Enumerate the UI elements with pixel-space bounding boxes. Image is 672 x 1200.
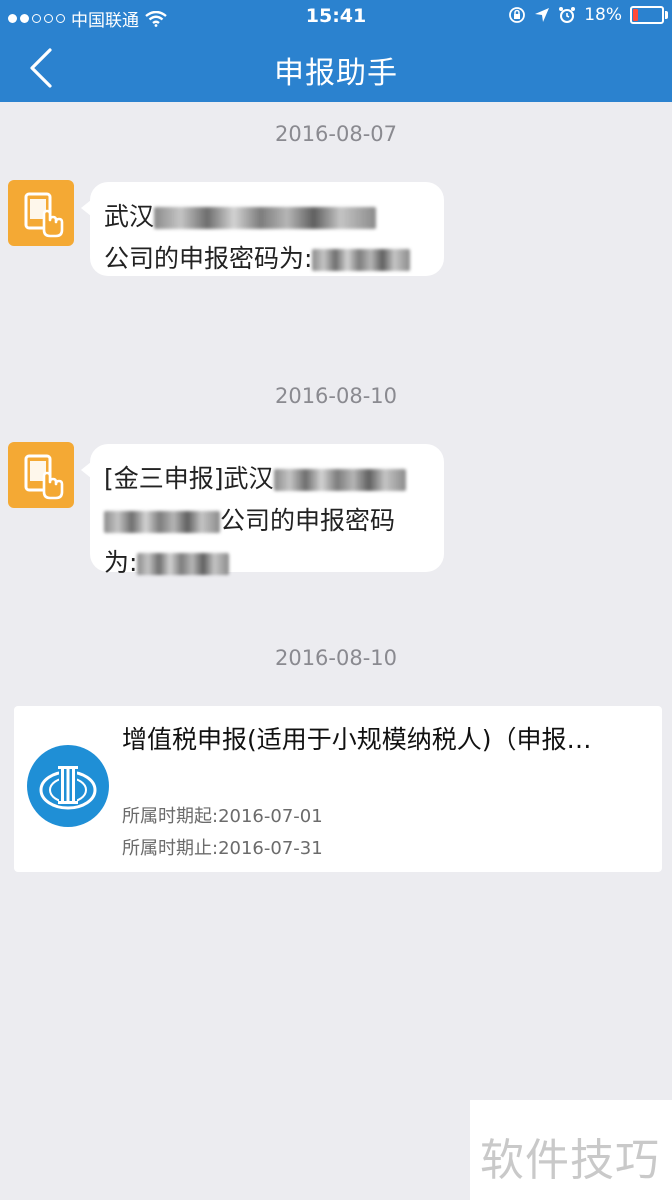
period-start: 所属时期起:2016-07-01 (122, 806, 323, 827)
message-date: 2016-08-10 (274, 384, 398, 408)
orientation-lock-icon (509, 7, 526, 23)
tax-bureau-logo-icon (27, 745, 109, 827)
message-line: 公司的申报密码为: (104, 238, 430, 280)
navigation-bar: 申报助手 (0, 34, 672, 102)
page-title: 申报助手 (274, 56, 398, 91)
redacted-text (104, 511, 220, 533)
redacted-text (154, 207, 377, 229)
battery-percent: 18% (584, 5, 622, 25)
phone-touch-icon (24, 454, 64, 500)
status-bar: 中国联通 15:41 18% (0, 0, 672, 34)
redacted-password (137, 553, 230, 575)
message-line: 公司的申报密码 (104, 500, 430, 542)
message-text: [金三申报]武汉 (104, 464, 274, 493)
assistant-avatar[interactable] (8, 442, 74, 508)
message-line: 武汉 (104, 196, 430, 238)
phone-touch-icon (24, 192, 64, 238)
location-icon (535, 8, 550, 22)
redacted-password (312, 249, 411, 271)
message-date: 2016-08-07 (274, 122, 398, 146)
alarm-icon (559, 7, 576, 23)
message-bubble[interactable]: [金三申报]武汉 公司的申报密码 为: (81, 444, 444, 577)
message-text: 公司的申报密码为: (104, 244, 313, 273)
watermark-text: 软件技巧 (480, 1135, 660, 1186)
assistant-avatar[interactable] (8, 180, 74, 246)
battery-level (633, 9, 638, 21)
message-text: 武汉 (104, 202, 155, 231)
message-bubble[interactable]: 武汉 公司的申报密码为: (81, 182, 444, 276)
redacted-text (273, 469, 406, 491)
status-right: 18% (508, 5, 668, 25)
battery-icon (630, 6, 668, 24)
message-text: 公司的申报密码 (220, 506, 396, 535)
tax-declaration-card[interactable]: 增值税申报(适用于小规模纳税人)（申报… 所属时期起:2016-07-01 所属… (14, 706, 662, 872)
watermark: 软件技巧 (470, 1100, 672, 1200)
card-title: 增值税申报(适用于小规模纳税人)（申报… (122, 725, 592, 754)
message-line: [金三申报]武汉 (104, 458, 430, 500)
card-date: 2016-08-10 (274, 646, 398, 670)
message-line: 为: (104, 542, 430, 584)
period-end: 所属时期止:2016-07-31 (122, 838, 323, 859)
header: 中国联通 15:41 18% 申报助手 (0, 0, 672, 102)
message-text: 为: (104, 548, 138, 577)
